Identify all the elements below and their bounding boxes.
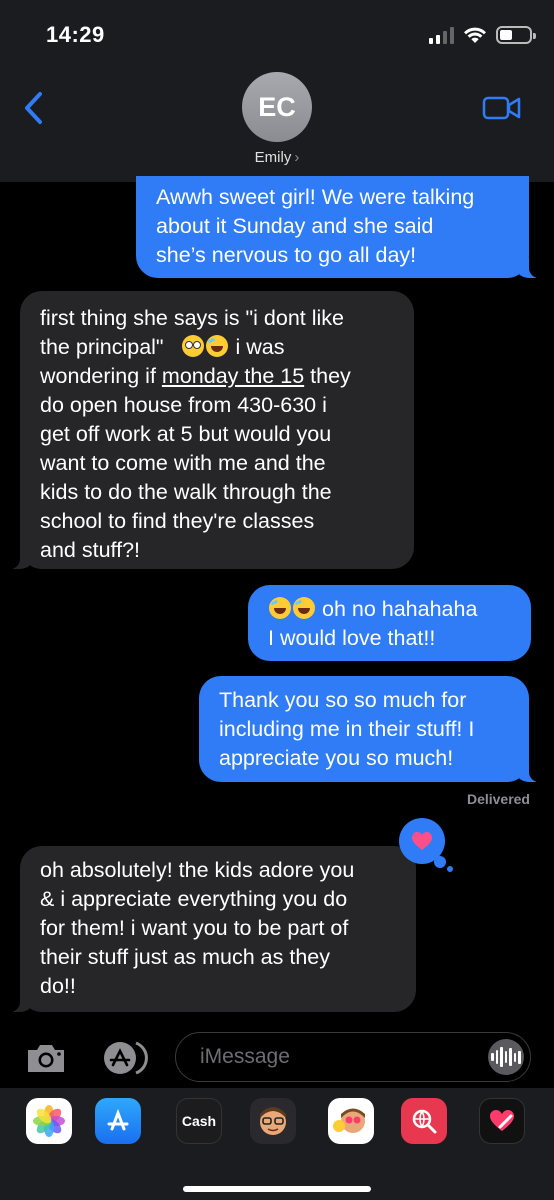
- sent-message-bubble[interactable]: Awwh sweet girl! We were talking about i…: [136, 176, 549, 278]
- rolling-laughing-emoji-icon: [293, 597, 315, 619]
- chevron-left-icon[interactable]: [18, 88, 52, 128]
- app-store-icon[interactable]: [98, 1040, 152, 1076]
- memoji-stickers-icon[interactable]: [328, 1098, 374, 1144]
- memoji-stickers-glyph: [333, 1108, 365, 1133]
- digital-touch-glyph: [490, 1110, 514, 1131]
- status-icons: [429, 22, 536, 48]
- message-line: for them! i want you to be part of: [40, 916, 349, 940]
- battery-icon: [496, 26, 536, 44]
- app-drawer: Cash: [0, 1088, 554, 1200]
- chevron-right-icon: ›: [294, 149, 300, 166]
- message-line: oh no hahahaha: [268, 595, 511, 624]
- conversation-header: 14:29 EC Emily ›: [0, 0, 554, 182]
- message-line: the principal" i was: [40, 333, 394, 362]
- message-line: about it Sunday and she said: [156, 214, 434, 238]
- message-text: they: [310, 364, 351, 388]
- contact-name: Emily: [254, 149, 292, 166]
- rolling-laughing-emoji-icon: [269, 597, 291, 619]
- received-message-bubble[interactable]: oh absolutely! the kids adore you & i ap…: [0, 846, 416, 1012]
- memoji-icon[interactable]: [250, 1098, 296, 1144]
- tapback-tail: [447, 866, 453, 872]
- video-camera-icon[interactable]: [482, 94, 522, 122]
- message-line: and stuff?!: [40, 538, 141, 562]
- message-line: wondering if monday the 15 they: [40, 362, 394, 391]
- message-line: I would love that!!: [268, 626, 436, 650]
- waveform-icon[interactable]: [488, 1039, 524, 1075]
- heart-icon: [412, 832, 432, 850]
- memoji-face: [260, 1107, 286, 1135]
- message-line: get off work at 5 but would you: [40, 422, 332, 446]
- contact-avatar[interactable]: EC: [242, 72, 312, 142]
- web-search-icon[interactable]: [401, 1098, 447, 1144]
- rolling-laughing-emoji-icon: [206, 335, 229, 357]
- message-line: Awwh sweet girl! We were talking: [156, 185, 475, 209]
- sent-message-bubble[interactable]: oh no hahahaha I would love that!!: [248, 585, 531, 661]
- app-store-glyph: [107, 1108, 129, 1131]
- message-line: appreciate you so much!: [219, 746, 454, 770]
- message-line: school to find they're classes: [40, 509, 315, 533]
- contact-name-button[interactable]: Emily ›: [0, 149, 554, 166]
- message-line: first thing she says is "i dont like: [40, 306, 344, 330]
- tapback-tail: [434, 856, 446, 868]
- message-text: oh no hahahaha: [321, 597, 478, 621]
- digital-touch-icon[interactable]: [479, 1098, 525, 1144]
- message-input-placeholder: iMessage: [200, 1045, 290, 1068]
- message-text: the principal": [40, 335, 164, 359]
- message-line: oh absolutely! the kids adore you: [40, 858, 355, 882]
- delivery-status: Delivered: [466, 791, 530, 807]
- apple-cash-icon[interactable]: Cash: [176, 1098, 222, 1144]
- apple-cash-label: Cash: [181, 1113, 217, 1129]
- message-line: she’s nervous to go all day!: [156, 243, 417, 267]
- message-line: do!!: [40, 974, 76, 998]
- app-store-icon[interactable]: [95, 1098, 141, 1144]
- received-message-bubble[interactable]: first thing she says is "i dont like the…: [0, 291, 414, 569]
- message-input[interactable]: iMessage: [175, 1032, 531, 1082]
- camera-icon[interactable]: [24, 1040, 68, 1076]
- message-text: wondering if: [40, 364, 156, 388]
- status-time: 14:29: [46, 22, 105, 47]
- cellular-signal-icon: [429, 26, 454, 44]
- message-line: do open house from 430-630 i: [40, 393, 327, 417]
- message-line: their stuff just as much as they: [40, 945, 330, 969]
- message-line: kids to do the walk through the: [40, 480, 332, 504]
- message-line: Thank you so so much for: [219, 688, 467, 712]
- message-line: & i appreciate everything you do: [40, 887, 348, 911]
- home-indicator[interactable]: [183, 1186, 371, 1192]
- message-text: i was: [235, 335, 285, 359]
- sent-message-bubble[interactable]: Thank you so so much for including me in…: [199, 676, 549, 782]
- message-line: including me in their stuff! I: [219, 717, 475, 741]
- wifi-icon: [464, 27, 486, 43]
- photos-icon[interactable]: [26, 1098, 72, 1144]
- date-link[interactable]: monday the 15: [162, 364, 304, 388]
- web-search-glyph: [412, 1109, 437, 1134]
- photos-flower: [33, 1105, 65, 1137]
- flushed-face-emoji-icon: [182, 335, 205, 357]
- message-line: want to come with me and the: [40, 451, 326, 475]
